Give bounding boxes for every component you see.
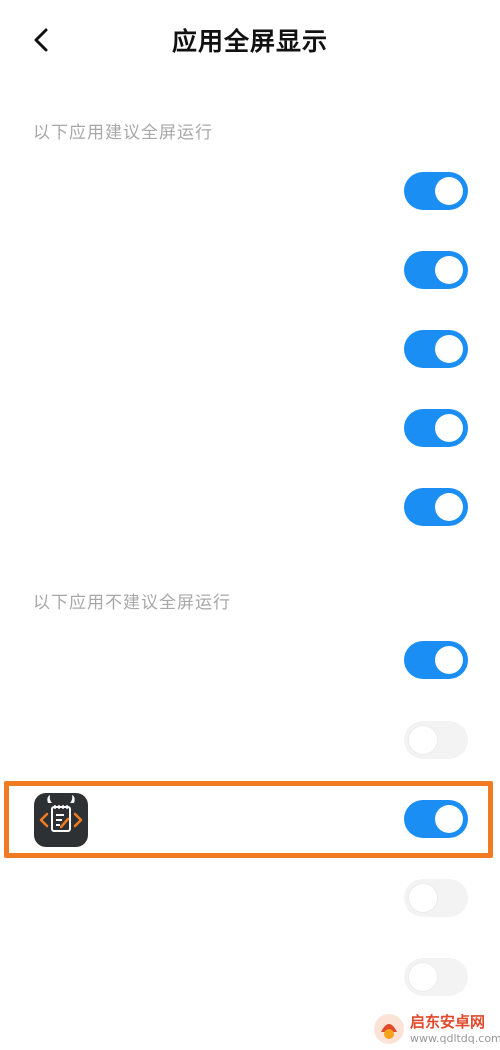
section-label-recommended: 以下应用建议全屏运行 <box>33 123 213 143</box>
section-label-not-recommended: 以下应用不建议全屏运行 <box>33 593 231 613</box>
fullscreen-toggle[interactable] <box>404 330 468 368</box>
page-title: 应用全屏显示 <box>171 27 328 56</box>
toggle-knob <box>435 805 463 833</box>
toggle-knob <box>435 335 463 363</box>
app-row <box>0 477 500 537</box>
fullscreen-toggle[interactable] <box>404 721 468 759</box>
watermark-logo-icon <box>374 1014 404 1044</box>
toggle-knob <box>435 646 463 674</box>
app-row <box>0 240 500 300</box>
app-row <box>0 947 500 1007</box>
toggle-knob <box>409 726 437 754</box>
toggle-knob <box>435 414 463 442</box>
toggle-knob <box>435 493 463 521</box>
toggle-knob <box>409 963 437 991</box>
toggle-knob <box>409 884 437 912</box>
fullscreen-toggle[interactable] <box>404 800 468 838</box>
fullscreen-toggle[interactable] <box>404 251 468 289</box>
toggle-knob <box>435 177 463 205</box>
fullscreen-toggle[interactable] <box>404 879 468 917</box>
watermark-url: www.qdltdq.com <box>410 1032 500 1045</box>
site-watermark: 启东安卓网 www.qdltdq.com <box>372 1010 500 1050</box>
code-notepad-app-icon <box>34 793 88 847</box>
fullscreen-toggle[interactable] <box>404 958 468 996</box>
app-row <box>0 630 500 690</box>
watermark-title: 启东安卓网 <box>410 1013 486 1031</box>
app-row <box>0 319 500 379</box>
app-row <box>0 868 500 928</box>
toggle-knob <box>435 256 463 284</box>
header-bar: 应用全屏显示 <box>0 0 500 80</box>
app-row <box>0 398 500 458</box>
app-row-highlighted <box>0 789 500 849</box>
fullscreen-toggle[interactable] <box>404 409 468 447</box>
fullscreen-toggle[interactable] <box>404 488 468 526</box>
app-row <box>0 710 500 770</box>
fullscreen-toggle[interactable] <box>404 641 468 679</box>
fullscreen-toggle[interactable] <box>404 172 468 210</box>
app-row <box>0 161 500 221</box>
